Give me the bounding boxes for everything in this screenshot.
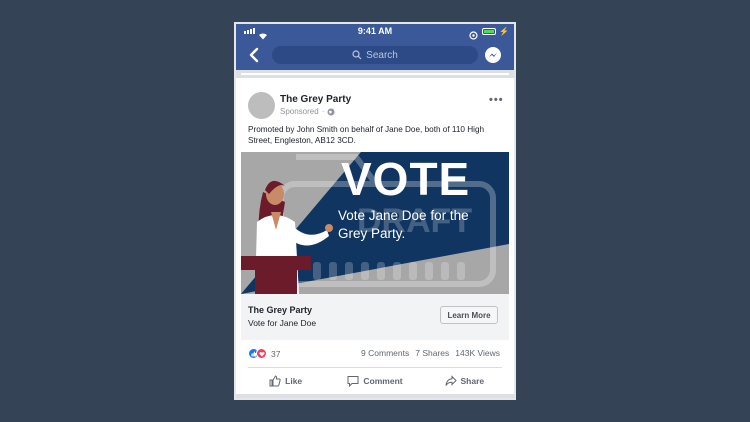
search-placeholder: Search	[366, 49, 398, 61]
action-bar: Like Comment Share	[241, 369, 509, 393]
sponsored-post: The Grey Party Sponsored · ••• Promoted …	[241, 84, 509, 394]
status-bar: 9:41 AM ⚡	[236, 24, 514, 40]
share-icon	[445, 375, 457, 386]
link-subtitle: Vote for Jane Doe	[248, 318, 317, 328]
charging-icon: ⚡	[499, 27, 509, 36]
post-text: Promoted by John Smith on behalf of Jane…	[248, 125, 485, 145]
comment-icon	[347, 376, 359, 387]
search-icon	[352, 50, 362, 60]
messenger-icon[interactable]	[485, 47, 501, 63]
comment-button[interactable]: Comment	[330, 369, 419, 393]
page-avatar[interactable]	[248, 92, 275, 119]
post-stats: 37 9 Comments 7 Shares 143K Views	[241, 340, 509, 366]
feed-divider-bottom	[236, 394, 514, 398]
learn-more-button[interactable]: Learn More	[440, 306, 498, 324]
link-preview[interactable]: The Grey Party Vote for Jane Doe Learn M…	[241, 294, 509, 340]
battery-icon	[482, 28, 496, 35]
shares-count[interactable]: 7 Shares	[415, 348, 449, 358]
phone-frame: 9:41 AM ⚡ Search The Grey Party Sponsore…	[236, 24, 514, 398]
comment-label: Comment	[363, 376, 403, 386]
reaction-count: 37	[271, 348, 281, 359]
ad-subtext: Vote Jane Doe for the Grey Party.	[338, 208, 469, 241]
views-count: 143K Views	[455, 348, 500, 358]
feed-divider	[236, 70, 514, 78]
like-button[interactable]: Like	[241, 369, 330, 393]
globe-icon	[327, 108, 335, 115]
comments-count[interactable]: 9 Comments	[361, 348, 409, 358]
love-reaction-icon	[256, 348, 267, 359]
share-button[interactable]: Share	[420, 369, 509, 393]
link-title: The Grey Party	[248, 305, 313, 315]
ad-creative-image[interactable]: DRAFT VOTE Vote Jane Doe for the Grey Pa…	[241, 152, 509, 294]
sponsored-label: Sponsored ·	[280, 107, 335, 116]
ad-headline: VOTE	[341, 153, 471, 205]
thumbs-up-icon	[269, 375, 281, 387]
like-label: Like	[285, 376, 303, 386]
reactions-summary[interactable]: 37	[248, 348, 280, 359]
page-name[interactable]: The Grey Party	[280, 94, 351, 105]
nav-bar: Search	[236, 40, 514, 70]
more-options-icon[interactable]: •••	[489, 94, 504, 106]
engagement-counts: 9 Comments 7 Shares 143K Views	[361, 348, 500, 358]
divider	[248, 367, 502, 368]
back-icon[interactable]	[245, 44, 265, 66]
search-input[interactable]: Search	[272, 46, 478, 64]
sponsored-text: Sponsored	[280, 107, 319, 116]
share-label: Share	[460, 376, 485, 386]
